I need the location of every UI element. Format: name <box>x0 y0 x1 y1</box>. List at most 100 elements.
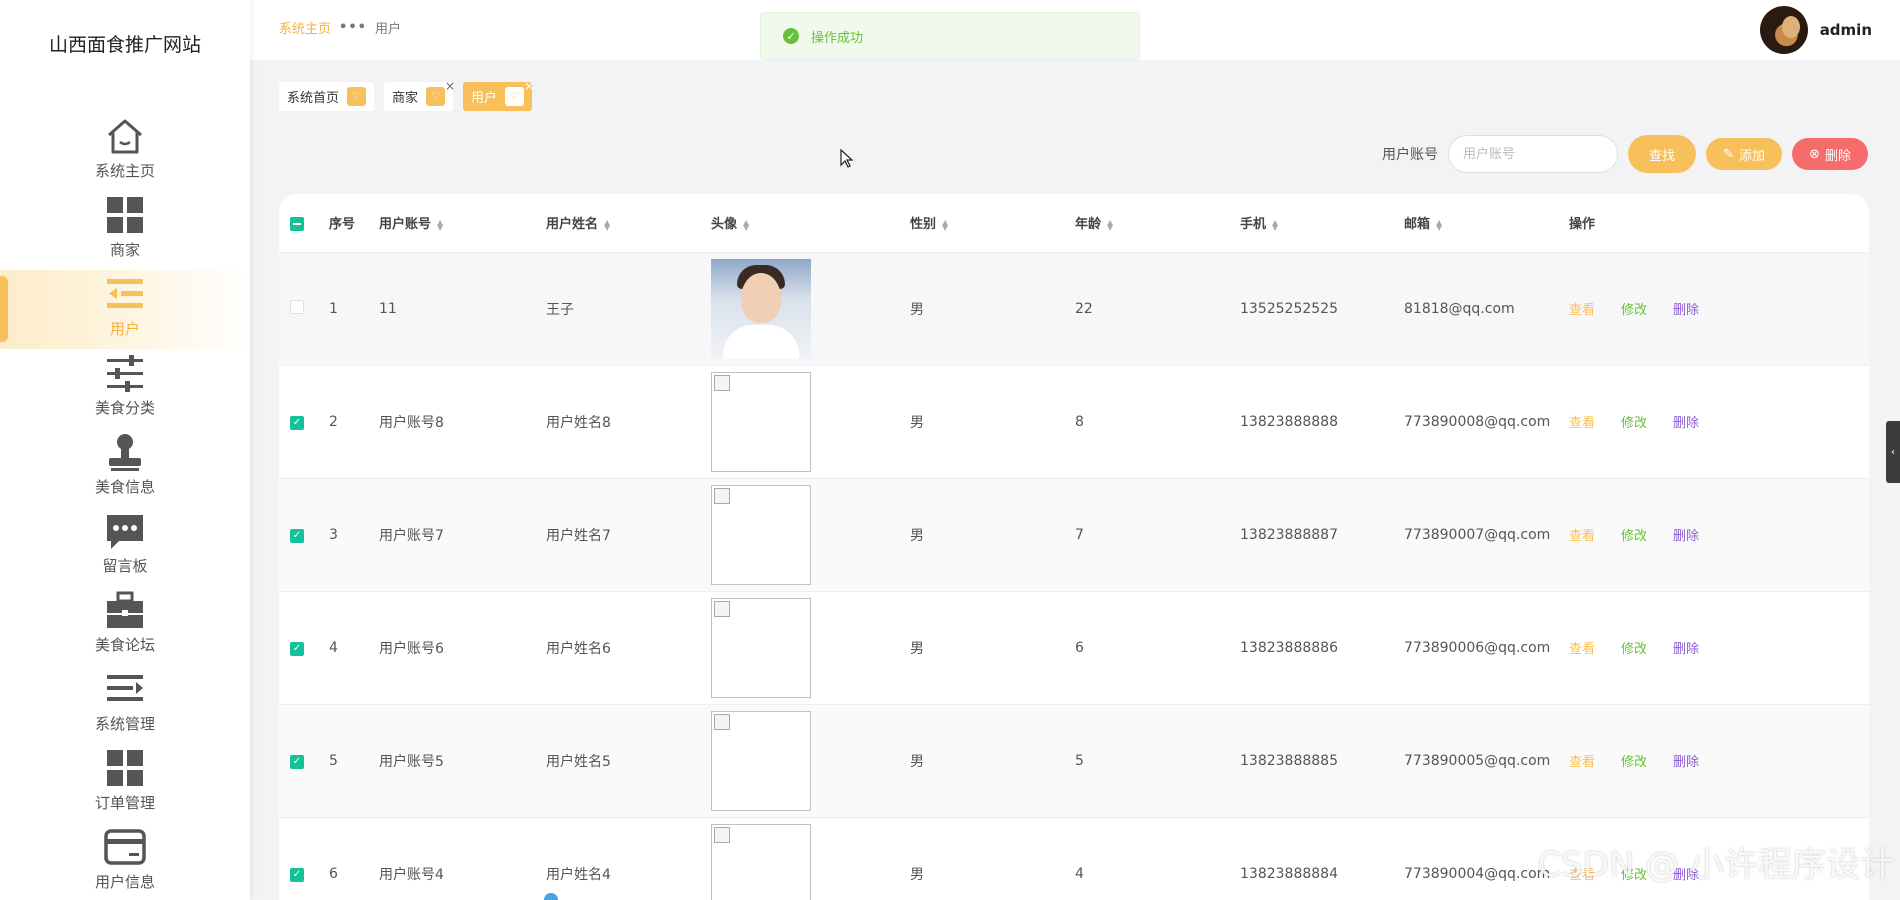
delete-link[interactable]: 删除 <box>1673 303 1699 318</box>
table-row[interactable]: ✓ 4 用户账号6 用户姓名6 男 6 13823888886 773890006@qq.co… <box>279 591 1869 704</box>
sidebar-item-message-board[interactable]: 留言板 <box>0 507 250 586</box>
cell-avatar <box>711 704 910 817</box>
column-header[interactable]: 性别 ▲ ▼ <box>910 194 1075 253</box>
cell-email: 773890005@qq.com <box>1404 752 1551 769</box>
sidebar-item-merchant[interactable]: 商家 <box>0 191 250 270</box>
cell-gender: 男 <box>910 527 924 544</box>
edit-link[interactable]: 修改 <box>1621 303 1647 318</box>
column-header[interactable]: 头像 ▲ ▼ <box>711 194 910 253</box>
sort-icon[interactable]: ▲ ▼ <box>743 218 749 231</box>
home-icon <box>103 114 147 158</box>
search-input[interactable] <box>1448 135 1618 173</box>
view-link[interactable]: 查看 <box>1569 755 1595 770</box>
delete-link[interactable]: 删除 <box>1673 416 1699 431</box>
delete-button[interactable]: ⊗ 删除 <box>1792 138 1868 170</box>
sidebar-item-food-info[interactable]: 美食信息 <box>0 428 250 507</box>
row-checkbox[interactable]: ✓ <box>290 867 304 882</box>
collapse-panel-handle[interactable]: ‹ <box>1886 421 1900 483</box>
sort-icon[interactable]: ▲ ▼ <box>1107 218 1113 231</box>
cell-phone: 13823888888 <box>1240 413 1338 430</box>
view-link[interactable]: 查看 <box>1569 303 1595 318</box>
delete-link[interactable]: 删除 <box>1673 642 1699 657</box>
user-menu[interactable]: admin <box>1759 6 1872 54</box>
tag-label: 用户 <box>471 91 498 106</box>
row-checkbox[interactable]: ✓ <box>290 641 304 656</box>
view-link[interactable]: 查看 <box>1569 416 1595 431</box>
sort-icon[interactable]: ▲ ▼ <box>942 218 948 231</box>
row-checkbox[interactable] <box>290 299 304 314</box>
user-avatar-broken-image[interactable] <box>711 823 811 900</box>
table-row[interactable]: ✓ 3 用户账号7 用户姓名7 男 7 13823888887 773890007@qq.co… <box>279 478 1869 591</box>
cell-age: 5 <box>1075 752 1084 769</box>
sort-icon[interactable]: ▲ ▼ <box>604 218 610 231</box>
cell-gender: 男 <box>910 753 924 770</box>
edit-link[interactable]: 修改 <box>1621 755 1647 770</box>
column-header[interactable]: 手机 ▲ ▼ <box>1240 194 1404 253</box>
column-header[interactable]: 年龄 ▲ ▼ <box>1075 194 1240 253</box>
sidebar: 山西面食推广网站 系统主页 商家 用户 美食分类 美食信息 留言板 美食论坛 系… <box>0 0 250 900</box>
user-avatar-broken-image[interactable] <box>711 597 811 698</box>
breadcrumb-current: 用户 <box>374 22 401 37</box>
sort-icon[interactable]: ▲ ▼ <box>1272 218 1278 231</box>
cell-avatar <box>711 252 910 365</box>
tag-label: 商家 <box>392 91 419 106</box>
sidebar-item-home[interactable]: 系统主页 <box>0 112 250 191</box>
delete-button-label: 删除 <box>1824 148 1851 164</box>
edit-link[interactable]: 修改 <box>1621 642 1647 657</box>
column-header[interactable]: 用户账号 ▲ ▼ <box>379 194 546 253</box>
search-button[interactable]: 查找 <box>1628 135 1696 173</box>
sidebar-item-user[interactable]: 用户 <box>0 270 250 349</box>
sidebar-item-system-management[interactable]: 系统管理 <box>0 665 250 744</box>
tag-home[interactable]: 系统首页 ♡ <box>279 82 375 111</box>
user-avatar-image[interactable] <box>711 258 811 359</box>
sidebar-item-food-forum[interactable]: 美食论坛 <box>0 586 250 665</box>
cell-phone: 13823888887 <box>1240 526 1338 543</box>
user-avatar-broken-image[interactable] <box>711 710 811 811</box>
cell-index: 1 <box>329 300 338 317</box>
add-button[interactable]: ✎ 添加 <box>1706 138 1782 170</box>
tag-merchant[interactable]: 商家 ♡ × <box>384 80 455 111</box>
view-link[interactable]: 查看 <box>1569 529 1595 544</box>
sort-icon[interactable]: ▲ ▼ <box>1436 218 1442 231</box>
view-link[interactable]: 查看 <box>1569 642 1595 657</box>
cell-gender: 男 <box>910 640 924 657</box>
table-header-row: 序号 用户账号 ▲ ▼ 用户姓名 ▲ ▼ 头像 ▲ ▼ 性别 ▲ ▼ 年龄 ▲ ▼ 手机 ▲ ▼ 邮箱 ▲… <box>279 194 1869 253</box>
sidebar-item-user-info[interactable]: 用户信息 <box>0 823 250 900</box>
edit-link[interactable]: 修改 <box>1621 529 1647 544</box>
delete-link[interactable]: 删除 <box>1673 529 1699 544</box>
broken-image-icon <box>714 600 730 617</box>
table-row[interactable]: ✓ 5 用户账号5 用户姓名5 男 5 13823888885 773890005@qq.co… <box>279 704 1869 817</box>
select-all-checkbox[interactable] <box>290 217 304 232</box>
sliders-icon <box>103 351 147 395</box>
sidebar-item-order-management[interactable]: 订单管理 <box>0 744 250 823</box>
cell-actions: 查看 修改 删除 <box>1569 591 1869 704</box>
cell-age: 7 <box>1075 526 1084 543</box>
cell-phone: 13823888886 <box>1240 639 1338 656</box>
cell-account: 用户账号5 <box>379 753 444 770</box>
sidebar-item-label: 订单管理 <box>94 794 155 812</box>
cell-account: 用户账号8 <box>379 414 444 431</box>
table-row[interactable]: 1 11 王子男 22 13525252525 81818@qq.com 查看 修改 删除 <box>279 252 1869 365</box>
sidebar-item-label: 美食信息 <box>94 478 155 496</box>
edit-link[interactable]: 修改 <box>1621 416 1647 431</box>
column-header[interactable]: 邮箱 ▲ ▼ <box>1404 194 1569 253</box>
row-checkbox[interactable]: ✓ <box>290 415 304 430</box>
sort-icon[interactable]: ▲ ▼ <box>437 218 443 231</box>
avatar[interactable] <box>1759 6 1808 54</box>
row-checkbox[interactable]: ✓ <box>290 528 304 543</box>
column-header[interactable]: 用户姓名 ▲ ▼ <box>546 194 711 253</box>
breadcrumb-home-link[interactable]: 系统主页 <box>279 18 331 37</box>
close-icon[interactable]: × <box>445 80 455 92</box>
close-icon[interactable]: × <box>524 80 534 92</box>
user-avatar-broken-image[interactable] <box>711 484 811 585</box>
cell-name: 用户姓名8 <box>546 414 611 431</box>
scroll-indicator[interactable] <box>544 893 558 900</box>
table-row[interactable]: ✓ 2 用户账号8 用户姓名8 男 8 13823888888 773890008@qq.co… <box>279 365 1869 478</box>
username[interactable]: admin <box>1820 21 1872 39</box>
delete-link[interactable]: 删除 <box>1673 755 1699 770</box>
row-checkbox[interactable]: ✓ <box>290 754 304 769</box>
sidebar-item-food-category[interactable]: 美食分类 <box>0 349 250 428</box>
sidebar-item-label: 美食论坛 <box>94 636 155 654</box>
user-avatar-broken-image[interactable] <box>711 371 811 472</box>
tag-user[interactable]: 用户 ♡ × <box>463 80 534 111</box>
